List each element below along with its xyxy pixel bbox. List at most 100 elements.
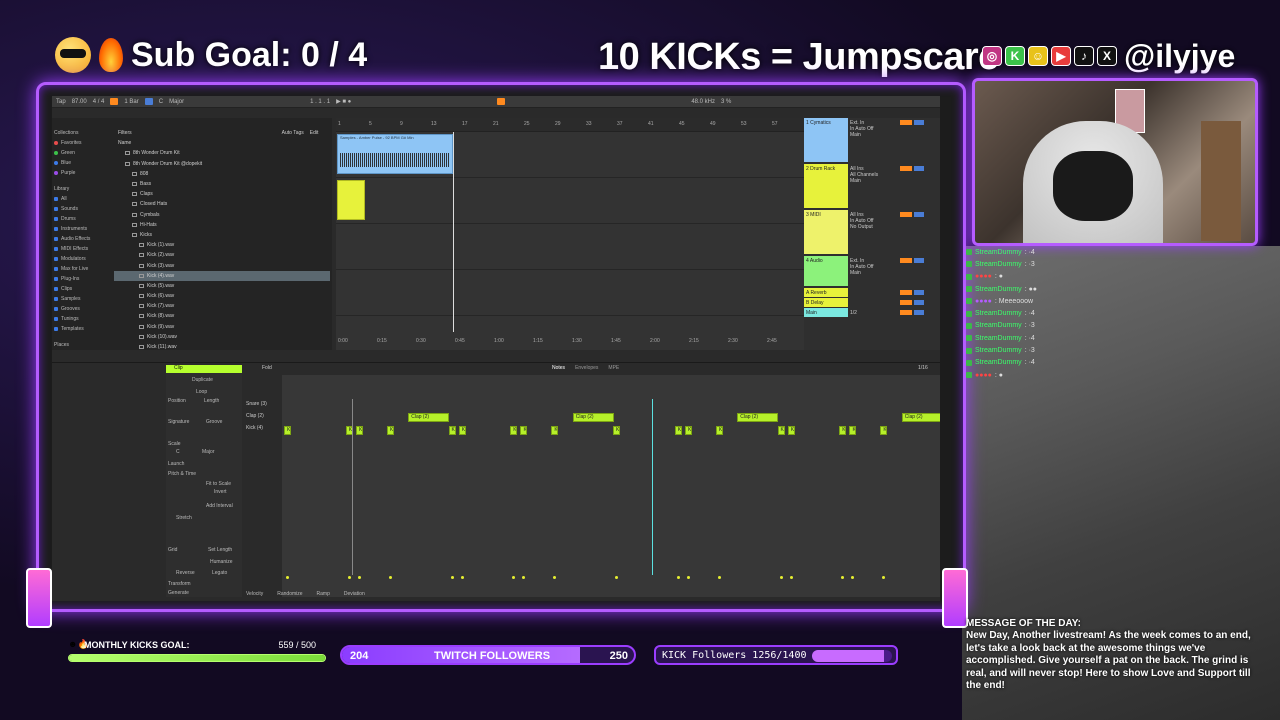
velocity-marker[interactable] <box>686 576 690 579</box>
kick-note[interactable]: K <box>386 426 394 435</box>
track-header[interactable]: 4 Audio <box>804 256 848 286</box>
key-value[interactable]: C <box>159 99 163 105</box>
editor-tab[interactable]: MPE <box>608 365 619 371</box>
editor-footer-item[interactable]: Deviation <box>344 591 365 597</box>
track-header[interactable]: B Delay <box>804 298 848 307</box>
note-editor-grid[interactable]: Clap (2) Clap (2) Clap (2) Clap (2) K K K K K K K K… <box>282 375 940 597</box>
set-length-button[interactable]: Set Length <box>208 547 232 553</box>
key-button[interactable] <box>144 98 153 105</box>
browser-file-row[interactable]: Kick (8).wav <box>114 311 330 321</box>
kick-note[interactable]: K <box>715 426 723 435</box>
tempo-value[interactable]: 87.00 <box>72 99 87 105</box>
track-arm-button[interactable] <box>914 300 924 306</box>
timeline-ruler[interactable]: 1 5 9 13 17 21 25 29 33 37 41 45 49 53 57 <box>336 118 806 132</box>
metronome-button[interactable] <box>110 98 119 105</box>
clap-note[interactable]: Clap (2) <box>901 413 940 422</box>
audio-clip[interactable]: Samples - Amber Pulse - 92 BPM G# Min <box>337 134 453 174</box>
track-lane-2[interactable] <box>336 178 806 224</box>
transform-section[interactable]: Transform <box>168 581 191 587</box>
chat-username[interactable]: ●●●● <box>975 273 992 280</box>
browser-file-row[interactable]: Claps <box>114 189 330 199</box>
clap-note[interactable]: Clap (2) <box>408 413 450 422</box>
kick-note[interactable]: K <box>458 426 466 435</box>
editor-footer-item[interactable]: Ramp <box>317 591 330 597</box>
scale-value[interactable]: Major <box>169 99 184 105</box>
browser-file-row[interactable]: Cymbals <box>114 210 330 220</box>
filters-button[interactable]: Filters <box>118 130 132 136</box>
track-arm-button[interactable] <box>914 212 924 218</box>
velocity-marker[interactable] <box>357 576 361 579</box>
track-activator-button[interactable] <box>900 290 912 296</box>
browser-file-row[interactable]: Kick (7).wav <box>114 301 330 311</box>
auto-tags-button[interactable]: Auto Tags <box>282 130 304 136</box>
browser-file-row[interactable]: Closed Hats <box>114 199 330 209</box>
browser-file-row[interactable]: 8th Wonder Drum Kit @dopekit <box>114 159 330 169</box>
track-arm-button[interactable] <box>914 258 924 264</box>
clap-note[interactable]: Clap (2) <box>572 413 614 422</box>
drum-lane-label[interactable]: Snare (3) <box>246 401 280 413</box>
chat-username[interactable]: StreamDummy <box>975 359 1022 366</box>
chat-username[interactable]: StreamDummy <box>975 322 1022 329</box>
library-item[interactable]: Clips <box>54 284 112 294</box>
velocity-marker[interactable] <box>347 576 351 579</box>
library-item[interactable]: Grooves <box>54 304 112 314</box>
velocity-marker[interactable] <box>450 576 454 579</box>
browser-file-row[interactable]: Bass <box>114 179 330 189</box>
reverse-button[interactable]: Reverse <box>176 570 195 576</box>
velocity-marker[interactable] <box>615 576 618 579</box>
kick-note[interactable]: K <box>839 426 847 435</box>
browser-file-row[interactable]: Kick (11).wav <box>114 342 330 352</box>
legato-button[interactable]: Legato <box>212 570 227 576</box>
track-lane-1[interactable]: Samples - Amber Pulse - 92 BPM G# Min <box>336 132 806 178</box>
editor-footer-item[interactable]: Velocity <box>246 591 263 597</box>
library-item[interactable]: Samples <box>54 294 112 304</box>
track-arm-button[interactable] <box>914 310 924 316</box>
velocity-marker[interactable] <box>851 576 855 579</box>
editor-tab[interactable]: Envelopes <box>575 365 598 371</box>
chat-username[interactable]: StreamDummy <box>975 261 1022 268</box>
browser-file-row[interactable]: 808 <box>114 169 330 179</box>
kick-note[interactable]: K <box>510 426 518 435</box>
velocity-marker[interactable] <box>286 576 289 579</box>
chat-username[interactable]: ●●●● <box>975 298 992 305</box>
library-item[interactable]: MIDI Effects <box>54 244 112 254</box>
track-out[interactable]: Main <box>850 132 940 138</box>
track-header[interactable]: A Reverb <box>804 288 848 297</box>
track-arm-button[interactable] <box>914 120 924 126</box>
browser-file-row[interactable]: Kick (2).wav <box>114 250 330 260</box>
launch-section[interactable]: Launch <box>168 461 184 467</box>
scale-mode[interactable]: Major <box>202 449 215 455</box>
track-activator-button[interactable] <box>900 212 912 218</box>
browser-file-row[interactable]: Kick (10).wav <box>114 332 330 342</box>
track-arm-button[interactable] <box>914 290 924 296</box>
track-activator-button[interactable] <box>900 166 912 172</box>
invert-button[interactable]: Invert <box>214 489 227 495</box>
kick-note[interactable]: K <box>355 426 363 435</box>
chat-username[interactable]: StreamDummy <box>975 347 1022 354</box>
track-out[interactable]: Main <box>850 270 940 276</box>
collection-item[interactable]: Green <box>54 148 112 158</box>
grid-value[interactable]: 1/16 <box>918 365 928 371</box>
velocity-marker[interactable] <box>460 576 464 579</box>
library-item[interactable]: Audio Effects <box>54 234 112 244</box>
browser-file-row[interactable]: 8th Wonder Drum Kit <box>114 148 330 158</box>
track-lane-3[interactable] <box>336 224 806 270</box>
library-item[interactable]: All <box>54 194 112 204</box>
add-interval-button[interactable]: Add Interval <box>206 503 233 509</box>
track-activator-button[interactable] <box>900 258 912 264</box>
fold-button[interactable]: Fold <box>262 365 272 371</box>
track-header[interactable]: 3 MIDI <box>804 210 848 254</box>
library-item[interactable]: Drums <box>54 214 112 224</box>
collection-item[interactable]: Purple <box>54 168 112 178</box>
collection-item[interactable]: Favorites <box>54 138 112 148</box>
kick-note[interactable]: K <box>777 426 785 435</box>
browser-file-row[interactable]: Kick (6).wav <box>114 291 330 301</box>
fit-to-scale-button[interactable]: Fit to Scale <box>206 481 231 487</box>
browser-file-row[interactable]: Kick (1).wav <box>114 240 330 250</box>
drum-lane-label[interactable]: Kick (4) <box>246 425 280 437</box>
library-item[interactable]: Modulators <box>54 254 112 264</box>
collection-item[interactable]: Blue <box>54 158 112 168</box>
kick-note[interactable]: K <box>284 426 291 435</box>
library-item[interactable]: Instruments <box>54 224 112 234</box>
track-activator-button[interactable] <box>900 300 912 306</box>
